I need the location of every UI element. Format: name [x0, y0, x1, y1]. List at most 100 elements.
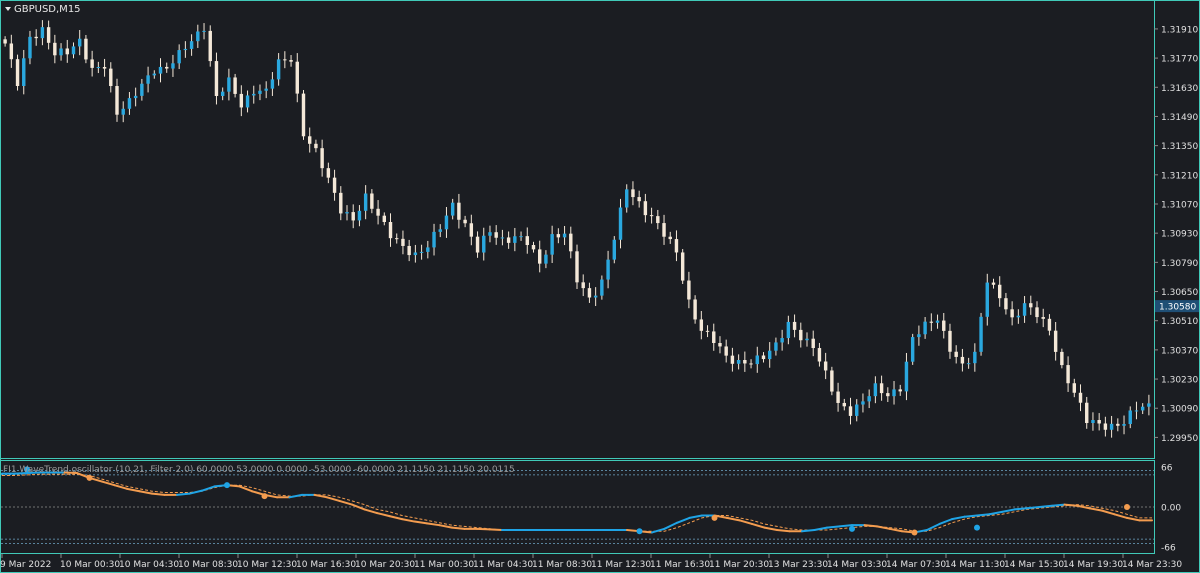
candle-body	[482, 235, 486, 253]
chart-canvas[interactable]: GBPUSD,M15 1.319101.317701.316301.314901…	[0, 0, 1200, 573]
time-axis[interactable]: 9 Mar 2022 10 Mar 00:3010 Mar 04:3010 Mar…	[0, 554, 1182, 570]
candle-body	[1128, 410, 1132, 425]
wavetrend-segment	[763, 526, 778, 532]
candle-body	[855, 404, 859, 416]
candle-body	[196, 31, 200, 42]
candle-body	[171, 63, 175, 69]
wavetrend-segment	[1126, 516, 1141, 522]
candle-body	[873, 383, 878, 397]
candle-body	[115, 86, 119, 115]
candle-body	[426, 247, 430, 252]
price-axis-label: 1.31350	[1161, 142, 1198, 152]
candle-body	[643, 201, 648, 216]
candle-body	[904, 361, 909, 392]
time-axis-label: 11 Mar 20:30	[709, 560, 769, 570]
price-pane[interactable]	[0, 0, 1155, 459]
sell-signal-dot	[911, 529, 918, 536]
price-axis[interactable]: 1.31910 1.31770 1.31630 1.31490 1.31350 1.312…	[1154, 25, 1199, 444]
candle-body	[444, 215, 449, 230]
wavetrend-segment	[388, 515, 403, 521]
candle-body	[1122, 424, 1126, 426]
candle-body	[53, 42, 57, 56]
time-axis-label: 11 Mar 16:30	[650, 560, 710, 570]
indicator-levels	[1, 470, 1154, 544]
candle-body	[805, 338, 809, 341]
candle-body	[668, 236, 672, 240]
candle-body	[1078, 392, 1083, 403]
indicator-axis-label: -66	[1161, 544, 1176, 554]
time-axis-label: 9 Mar 2022	[0, 560, 51, 570]
candle-body	[960, 356, 965, 364]
candle-body	[500, 237, 505, 239]
candle-body	[1147, 403, 1151, 407]
buy-signal-dot	[636, 528, 643, 535]
candle-body	[1041, 317, 1045, 319]
price-axis-label: 1.31770	[1161, 55, 1198, 65]
wavetrend-segment	[288, 493, 303, 499]
candle-body	[202, 30, 206, 32]
candle-body	[973, 351, 977, 364]
candle-body	[917, 334, 921, 338]
price-axis-label: 1.31910	[1161, 25, 1198, 35]
sell-signal-dot	[1124, 504, 1130, 510]
candle-body	[96, 67, 101, 69]
price-pane-border	[0, 0, 1155, 459]
wavetrend-segment	[113, 484, 128, 490]
candle-body	[712, 331, 716, 343]
candle-body	[59, 48, 63, 56]
candle-body	[320, 148, 324, 169]
candle-body	[811, 338, 815, 349]
symbol-title[interactable]: GBPUSD,M15	[5, 4, 81, 15]
candle-body	[923, 321, 927, 335]
candle-body	[227, 77, 231, 92]
candle-body	[419, 251, 424, 253]
candle-body	[1085, 402, 1089, 424]
candle-body	[1016, 315, 1021, 318]
candle-body	[749, 363, 753, 365]
candle-body	[842, 402, 847, 407]
candle-body	[28, 36, 32, 59]
wavetrend-segment	[1038, 504, 1053, 508]
candle-body	[954, 351, 958, 357]
candle-body	[332, 177, 337, 193]
buy-signal-dot	[849, 525, 855, 532]
price-axis-label: 1.31490	[1161, 113, 1198, 123]
candle-body	[780, 338, 784, 343]
candle-body	[625, 189, 629, 208]
chart-window[interactable]: GBPUSD,M15 1.31910 1.31770 1.31630 1.31490 1…	[0, 0, 1200, 573]
indicator-pane[interactable]: FI1 WaveTrend oscillator (10,21, Filter …	[0, 460, 1182, 554]
candle-body	[109, 68, 113, 87]
candle-body	[587, 288, 592, 298]
candle-body	[165, 66, 169, 69]
candle-body	[693, 299, 697, 320]
triangle-down-icon[interactable]	[5, 7, 11, 11]
candle-body	[519, 236, 523, 238]
wavetrend-segment	[326, 496, 341, 502]
candle-body	[326, 168, 331, 178]
candle-body	[22, 58, 26, 87]
time-axis-label: 10 Mar 00:30	[60, 560, 120, 570]
price-axis-label: 1.30930	[1161, 230, 1198, 240]
candle-body	[562, 233, 567, 238]
candle-body	[755, 355, 759, 365]
price-axis-label: 1.31210	[1161, 171, 1198, 181]
candle-body	[724, 346, 728, 356]
candle-body	[158, 66, 163, 74]
candle-body	[1004, 298, 1008, 310]
candle-body	[997, 284, 1002, 299]
wavetrend-segment	[126, 487, 141, 493]
price-axis-label: 1.30370	[1161, 346, 1198, 356]
candle-body	[152, 73, 157, 76]
candle-body	[730, 355, 735, 364]
price-axis-label: 1.30510	[1161, 317, 1198, 327]
candle-body	[276, 59, 281, 80]
price-axis-label: 1.30230	[1161, 376, 1198, 386]
candle-body	[1060, 351, 1064, 366]
candle-body	[537, 249, 542, 264]
candle-body	[102, 67, 107, 69]
candle-body	[823, 361, 828, 371]
wavetrend-segment	[676, 516, 691, 524]
candle-body	[979, 316, 983, 352]
price-axis-label: 1.30650	[1161, 288, 1198, 298]
candle-body	[264, 88, 268, 91]
